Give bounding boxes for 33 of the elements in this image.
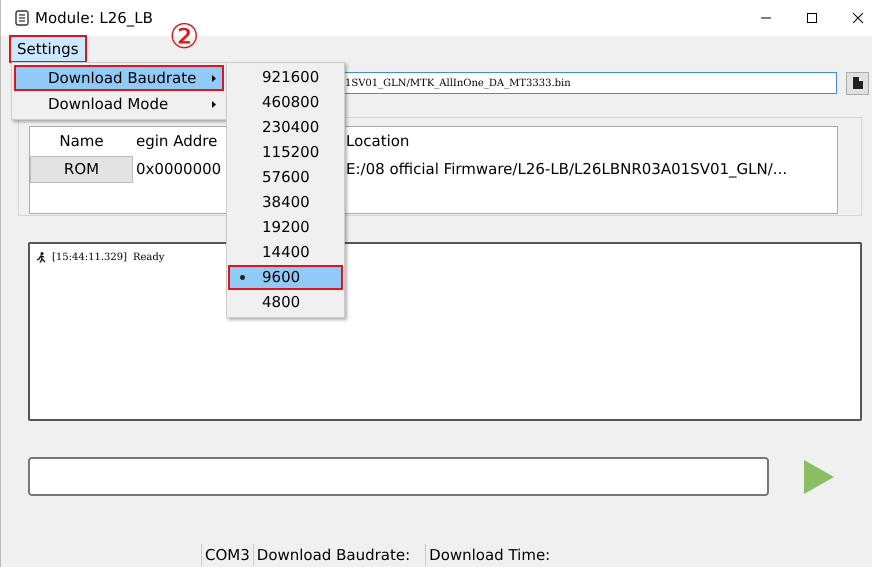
menu-item[interactable]: Settings [9,34,87,64]
menu-item[interactable]: 921600 [228,65,343,90]
maximize-icon[interactable] [806,12,818,24]
menu-item[interactable]: 14400 [228,240,343,265]
window-title: Module: L26_LB [35,8,153,29]
menu-item[interactable]: 115200 [228,140,343,165]
menu-item[interactable]: Download Baudrate [14,65,224,91]
menu-item[interactable]: 9600 [228,265,343,290]
row-header: ROM [30,156,133,182]
app-icon [15,10,29,26]
menu-item[interactable]: 460800 [228,90,343,115]
file-icon [852,76,864,90]
radio-dot-icon [240,275,245,280]
table-cell: 0x0000000 [136,160,222,178]
running-figure-icon [36,252,46,263]
browse-button[interactable] [846,72,869,94]
close-icon[interactable] [852,12,864,24]
menu-item[interactable]: Download Mode [14,91,224,117]
menu-item[interactable]: 38400 [228,190,343,215]
log-timestamp: [15:44:11.329] [52,251,127,265]
menu-item[interactable]: 4800 [228,290,343,315]
status-text: Download Time: [425,544,554,566]
menu-item[interactable]: 230400 [228,115,343,140]
status-text: COM3 [201,544,253,566]
menu-item[interactable]: 57600 [228,165,343,190]
column-header: Name [59,132,104,150]
log-message: Ready [132,251,164,265]
step-number-annotation: ② [169,20,199,54]
status-text: Download Baudrate: [252,544,414,566]
table-cell: E:/08 official Firmware/L26-LB/L26LBNR03A01SV01_GLN/... [346,160,788,178]
menu-item[interactable]: 19200 [228,215,343,240]
column-header: egin Addre [136,132,218,150]
column-header: Location [346,132,410,150]
